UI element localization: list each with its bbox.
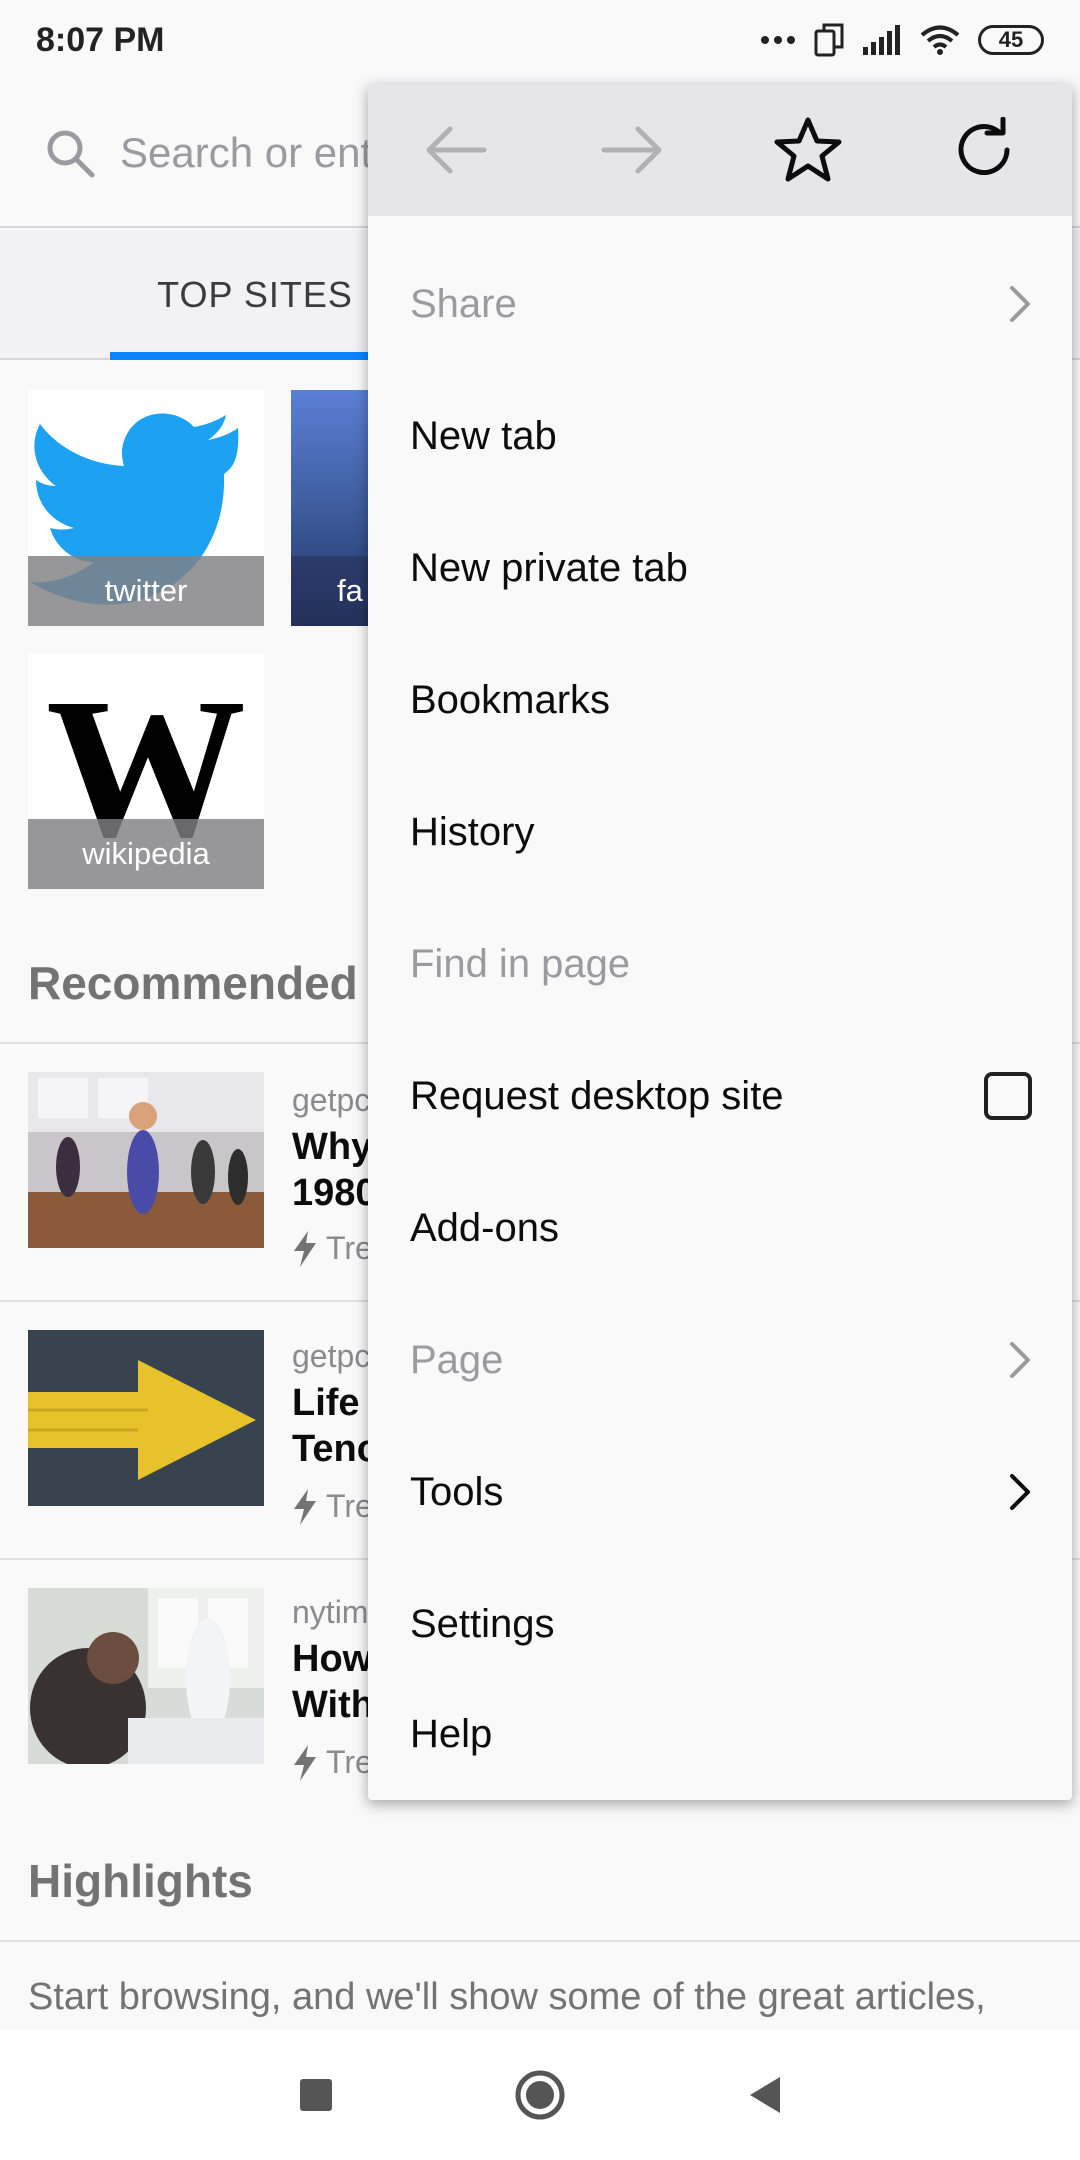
menu-item-label: Tools [410, 1469, 504, 1514]
menu-item-label: Request desktop site [410, 1073, 784, 1118]
status-bar: 8:07 PM 45 [0, 0, 1080, 80]
tab-selected-indicator [110, 352, 400, 360]
tab-top-sites[interactable]: TOP SITES [110, 230, 400, 360]
menu-item-history[interactable]: History [368, 766, 1072, 898]
menu-item-page[interactable]: Page [368, 1294, 1072, 1426]
menu-item-new-private-tab[interactable]: New private tab [368, 502, 1072, 634]
story-title-line: 1980 [292, 1172, 377, 1214]
back-icon[interactable] [746, 2075, 782, 2115]
search-input[interactable]: Search or ent [120, 129, 372, 177]
top-site-wikipedia[interactable]: W wikipedia [28, 653, 264, 889]
back-button[interactable] [368, 84, 544, 216]
forward-arrow-icon [601, 126, 662, 174]
story-title-line: Why [292, 1126, 373, 1168]
reload-icon [958, 117, 1010, 176]
story-thumbnail[interactable] [28, 1588, 264, 1764]
story-title-line: Life [292, 1382, 360, 1424]
lightning-icon [294, 1488, 316, 1525]
menu-item-label: Share [410, 281, 517, 326]
lightning-icon [294, 1230, 316, 1267]
wifi-icon [920, 25, 960, 55]
menu-item-label: Page [410, 1337, 504, 1382]
status-icons: 45 [760, 23, 1044, 57]
recents-icon[interactable] [298, 2077, 334, 2113]
top-site-twitter[interactable]: twitter [28, 390, 264, 626]
tab-top-sites-label: TOP SITES [157, 274, 353, 315]
signal-icon [863, 25, 900, 55]
story-title-line: How [292, 1638, 373, 1680]
menu-item-label: Add-ons [410, 1205, 559, 1250]
menu-item-label: Find in page [410, 941, 631, 986]
lightning-icon [294, 1744, 316, 1781]
story-thumbnail[interactable] [28, 1330, 264, 1506]
more-notifications-icon [761, 36, 795, 44]
system-nav-bar [0, 2030, 1080, 2160]
menu-item-bookmarks[interactable]: Bookmarks [368, 634, 1072, 766]
story-trend-label: Tre [326, 1230, 373, 1266]
story-title[interactable]: Life Tenc [292, 1380, 378, 1472]
menu-item-label: Help [410, 1711, 493, 1756]
reload-button[interactable] [896, 84, 1072, 216]
top-site-label: twitter [28, 556, 264, 626]
story-trending: Tre [292, 1230, 373, 1267]
battery-icon: 45 [978, 25, 1044, 55]
status-time: 8:07 PM [36, 20, 165, 59]
story-trending: Tre [292, 1744, 373, 1781]
divider [0, 1940, 1080, 1942]
story-title[interactable]: How With [292, 1636, 374, 1728]
highlights-empty-text: Start browsing, and we'll show some of t… [28, 1976, 986, 2018]
chevron-right-icon [1010, 1474, 1030, 1510]
recommended-heading: Recommended [28, 957, 358, 1009]
yellow-arrow-photo [28, 1330, 264, 1506]
bookmark-button[interactable] [720, 84, 896, 216]
forward-button[interactable] [544, 84, 720, 216]
top-site-label: fa [291, 556, 371, 626]
menu-item-label: New private tab [410, 545, 688, 590]
story-trending: Tre [292, 1488, 373, 1525]
story-domain: getpc [292, 1338, 371, 1374]
menu-item-add-ons[interactable]: Add-ons [368, 1162, 1072, 1294]
story-title[interactable]: Why 1980 [292, 1124, 377, 1216]
menu-item-tools[interactable]: Tools [368, 1426, 1072, 1558]
top-site-label: wikipedia [28, 819, 264, 889]
menu-item-find-in-page[interactable]: Find in page [368, 898, 1072, 1030]
chevron-right-icon [1010, 286, 1030, 322]
aerobics-class-photo [28, 1072, 264, 1248]
chevron-right-icon [1010, 1342, 1030, 1378]
desktop-site-checkbox[interactable] [984, 1072, 1032, 1120]
highlights-heading: Highlights [28, 1855, 253, 1907]
menu-item-label: Bookmarks [410, 677, 611, 722]
menu-toolbar [368, 84, 1072, 216]
menu-item-label: New tab [410, 413, 557, 458]
story-thumbnail[interactable] [28, 1072, 264, 1248]
menu-item-request-desktop-site[interactable]: Request desktop site [368, 1030, 1072, 1162]
home-icon[interactable] [514, 2069, 566, 2121]
story-trend-label: Tre [326, 1744, 373, 1780]
menu-item-help[interactable]: Help [368, 1668, 1072, 1800]
story-title-line: With [292, 1684, 374, 1726]
menu-item-label: Settings [410, 1601, 555, 1646]
star-icon [774, 117, 842, 182]
sim-icon [814, 23, 844, 57]
top-site-facebook[interactable]: fa [291, 390, 371, 626]
battery-level: 45 [998, 27, 1024, 52]
story-domain: getpc [292, 1082, 371, 1118]
menu-item-new-tab[interactable]: New tab [368, 370, 1072, 502]
hospital-patient-photo [28, 1588, 264, 1764]
story-title-line: Tenc [292, 1428, 378, 1470]
menu-item-share[interactable]: Share [368, 238, 1072, 370]
story-trend-label: Tre [326, 1488, 373, 1524]
overflow-menu: Share New tab New private tab Bookmarks … [368, 84, 1072, 1800]
back-arrow-icon [426, 126, 487, 174]
story-domain: nytim [292, 1594, 369, 1630]
menu-item-label: History [410, 809, 535, 854]
search-icon [47, 130, 95, 178]
